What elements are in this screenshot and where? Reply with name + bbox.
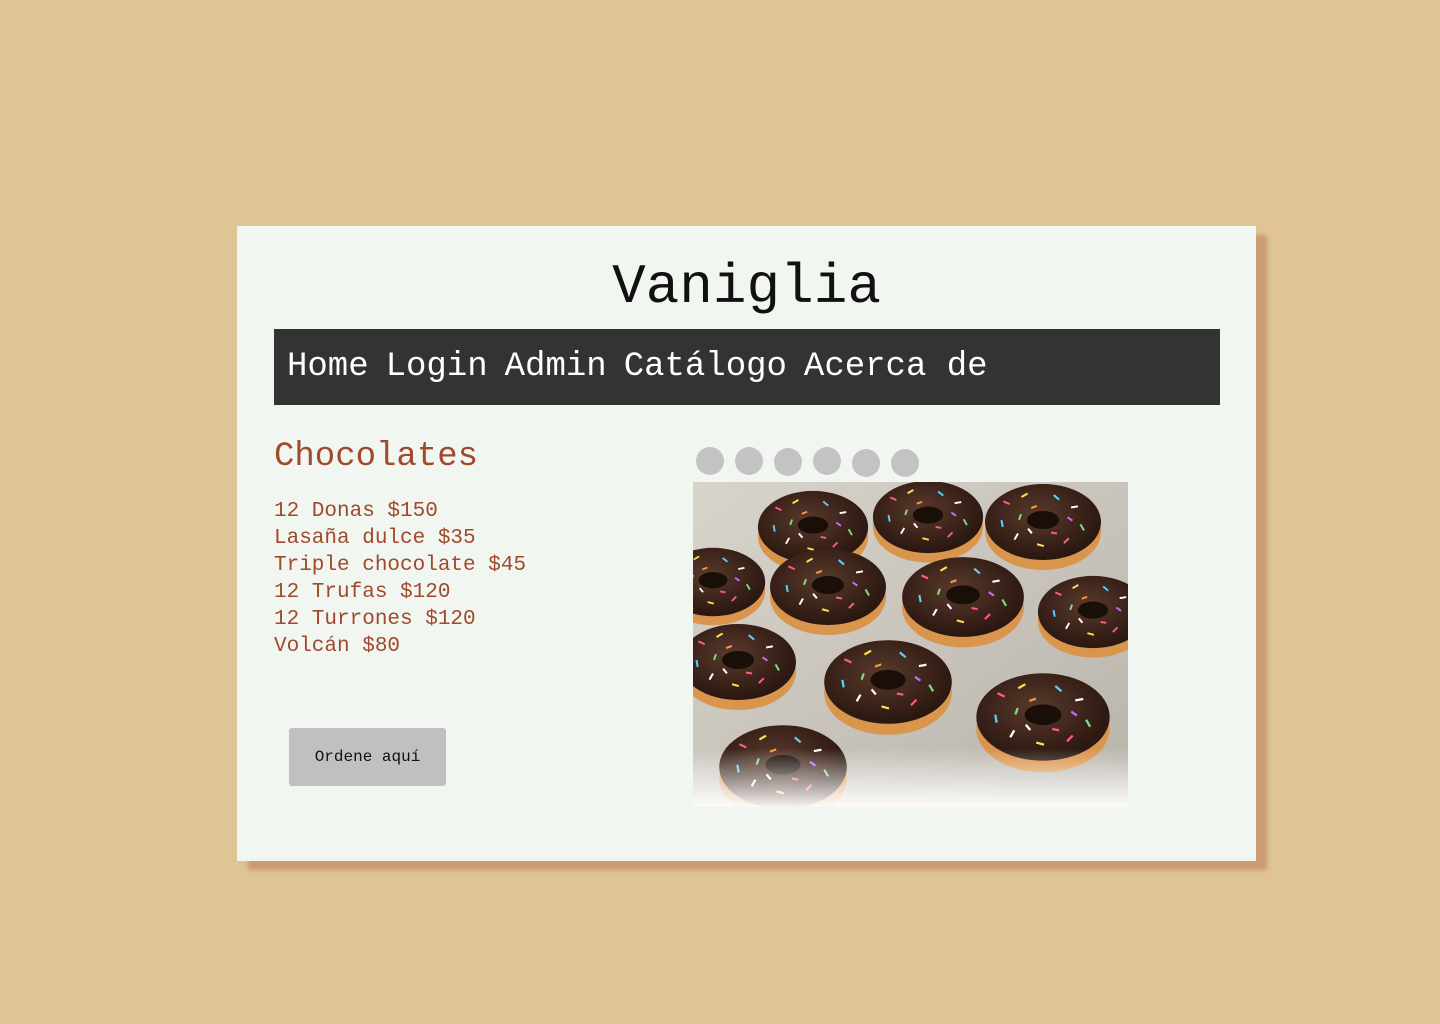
nav-catalogo[interactable]: Catálogo [624, 348, 787, 386]
nav-acerca-de[interactable]: Acerca de [804, 348, 988, 386]
product-item: Volcán $80 [274, 635, 401, 658]
product-item: Lasaña dulce $35 [274, 527, 476, 550]
carousel-dot-1[interactable] [696, 447, 724, 475]
product-item: 12 Donas $150 [274, 500, 438, 523]
carousel-dot-2[interactable] [735, 447, 763, 475]
main-nav: Home Login Admin Catálogo Acerca de [274, 329, 1220, 405]
carousel-image-donuts [693, 482, 1128, 807]
nav-login[interactable]: Login [386, 348, 488, 386]
nav-home[interactable]: Home [287, 348, 369, 386]
carousel-dot-6[interactable] [891, 449, 919, 477]
order-button[interactable]: Ordene aquí [289, 728, 446, 786]
section-title: Chocolates [274, 438, 479, 476]
product-item: 12 Trufas $120 [274, 581, 451, 604]
site-title: Vaniglia [612, 255, 881, 319]
product-list: 12 Donas $150 Lasaña dulce $35 Triple ch… [274, 498, 526, 660]
carousel-dot-5[interactable] [852, 449, 880, 477]
main-card: Vaniglia Home Login Admin Catálogo Acerc… [237, 226, 1256, 861]
carousel-dot-3[interactable] [774, 448, 802, 476]
carousel-dot-4[interactable] [813, 447, 841, 475]
product-item: 12 Turrones $120 [274, 608, 476, 631]
product-item: Triple chocolate $45 [274, 554, 527, 577]
nav-admin[interactable]: Admin [505, 348, 607, 386]
